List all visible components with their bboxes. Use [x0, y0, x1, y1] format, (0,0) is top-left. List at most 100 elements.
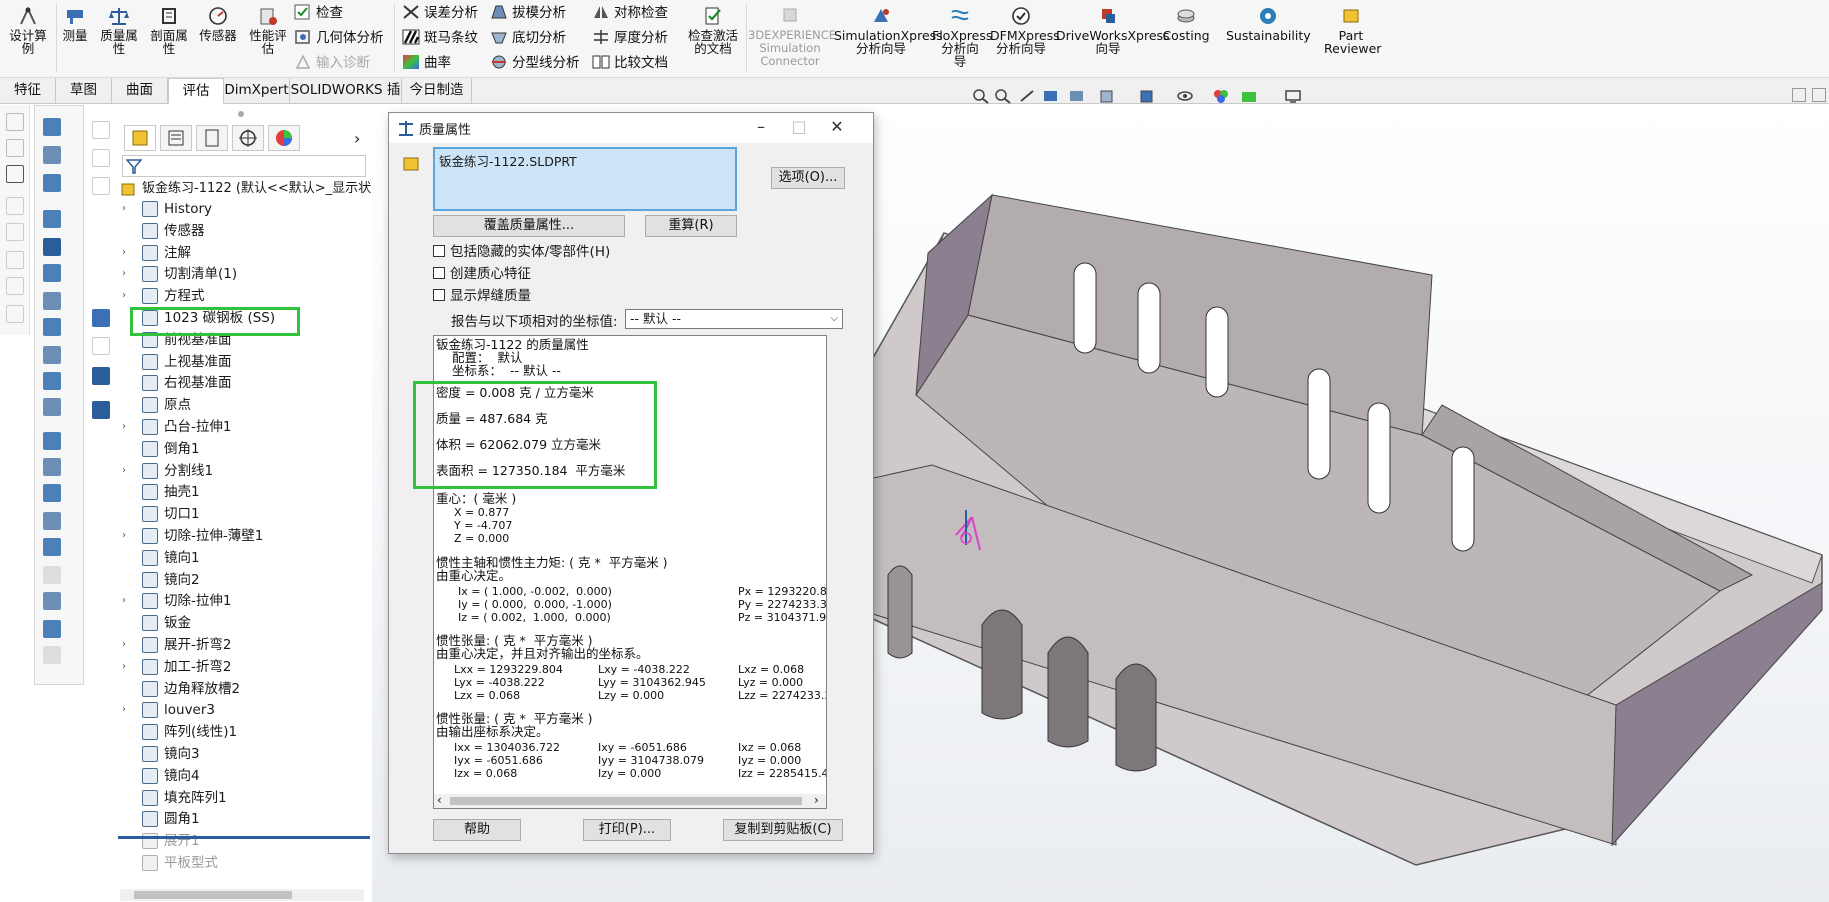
scroll-right-icon[interactable]: › [814, 793, 819, 807]
displaymanager-tab[interactable] [268, 125, 300, 151]
mass-properties-button[interactable]: 质量属 性 [96, 6, 142, 55]
help-button[interactable]: 帮助 [433, 819, 521, 841]
filter-bar[interactable] [122, 155, 366, 177]
undercut-analysis-button[interactable]: 底切分析 [490, 27, 566, 49]
check-active-document-button[interactable]: 检查激活 的文档 [684, 6, 742, 55]
tab-sketch[interactable]: 草图 [56, 78, 112, 104]
view-icon[interactable] [92, 177, 110, 195]
create-com-checkbox[interactable]: 创建质心特征 [433, 265, 531, 283]
show-weld-mass-checkbox[interactable]: 显示焊缝质量 [433, 287, 531, 305]
flex-icon[interactable] [43, 592, 61, 610]
expand-arrow-icon[interactable]: › [122, 700, 132, 720]
parting-line-analysis-button[interactable]: 分型线分析 [490, 52, 580, 74]
display-style-icon[interactable] [1138, 88, 1156, 104]
featuremanager-tab[interactable] [124, 125, 156, 151]
view-icon[interactable] [92, 401, 110, 419]
draft-analysis-button[interactable]: 拔模分析 [490, 2, 566, 24]
panel-restore-icon[interactable] [1812, 88, 1826, 102]
configurationmanager-tab[interactable] [196, 125, 228, 151]
expand-arrow-icon[interactable]: › [122, 526, 132, 546]
loft-icon[interactable] [43, 210, 61, 228]
expand-arrow-icon[interactable]: › [122, 635, 132, 655]
fillet-icon[interactable] [43, 264, 61, 282]
measure-button[interactable]: 测量 [58, 6, 92, 42]
curves-icon[interactable] [43, 512, 61, 530]
tab-features[interactable]: 特征 [0, 78, 56, 104]
checkbox-box[interactable] [433, 289, 445, 301]
panel-expand-icon[interactable] [1792, 88, 1806, 102]
selected-item-list[interactable]: 钣金练习-1122.SLDPRT [433, 147, 737, 211]
costing-button[interactable]: Costing [1162, 6, 1210, 42]
dimxpertmanager-tab[interactable] [232, 125, 264, 151]
performance-evaluation-button[interactable]: 性能评 估 [244, 6, 292, 55]
datum-icon[interactable] [6, 277, 24, 295]
apply-scene-icon[interactable] [1240, 88, 1258, 104]
thickness-analysis-button[interactable]: 厚度分析 [592, 27, 668, 49]
symmetry-check-button[interactable]: 对称检查 [592, 2, 668, 24]
expand-arrow-icon[interactable]: › [122, 417, 132, 437]
sweep-icon[interactable] [43, 174, 61, 192]
tab-make-today[interactable]: 今日制造 [402, 78, 472, 104]
rollback-bar[interactable] [118, 836, 370, 839]
recalculate-button[interactable]: 重算(R) [645, 215, 737, 237]
design-study-button[interactable]: 设计算 例 [6, 6, 50, 55]
view-icon[interactable] [92, 309, 110, 327]
expand-arrow-icon[interactable]: › [122, 243, 132, 263]
tab-dimxpress[interactable]: DimXpert [224, 78, 290, 104]
shell-icon[interactable] [43, 318, 61, 336]
previous-view-icon[interactable] [1018, 88, 1036, 104]
checkbox-box[interactable] [433, 267, 445, 279]
override-mass-properties-button[interactable]: 覆盖质量属性... [433, 215, 625, 237]
tree-horizontal-scrollbar[interactable] [120, 889, 364, 901]
dfmxpress-button[interactable]: DFMXpress 分析向导 [990, 6, 1060, 55]
part-reviewer-button[interactable]: Part Reviewer [1324, 6, 1381, 55]
minimize-button[interactable]: – [749, 116, 773, 138]
checkbox-box[interactable] [433, 245, 445, 257]
section-properties-button[interactable]: 剖面属 性 [146, 6, 192, 55]
revolve-icon[interactable] [43, 146, 61, 164]
close-button[interactable]: ✕ [825, 116, 849, 138]
balloon-icon[interactable] [6, 197, 24, 215]
smart-dimension-icon[interactable] [6, 113, 24, 131]
rib-icon[interactable] [43, 346, 61, 364]
report-horizontal-scrollbar[interactable]: ‹ › [434, 793, 826, 808]
view-orientation-icon[interactable] [1098, 88, 1116, 104]
zoom-to-fit-icon[interactable] [972, 88, 990, 104]
scrollbar-thumb[interactable] [134, 891, 292, 899]
draft-icon[interactable] [43, 372, 61, 390]
edit-appearance-icon[interactable] [1212, 88, 1230, 104]
deviation-analysis-button[interactable]: 误差分析 [402, 2, 478, 24]
panel-handle-icon[interactable] [238, 111, 244, 117]
3dexperience-simulation-connector-button[interactable]: 3DEXPERIENCE Simulation Connector [748, 6, 836, 68]
hide-show-items-icon[interactable] [1176, 88, 1194, 104]
tab-surfaces[interactable]: 曲面 [112, 78, 168, 104]
view-icon[interactable] [92, 149, 110, 167]
copy-to-clipboard-button[interactable]: 复制到剪贴板(C) [723, 819, 843, 841]
dynamic-annotation-icon[interactable] [1068, 88, 1086, 104]
dialog-titlebar[interactable]: 质量属性 – □ ✕ [389, 113, 873, 143]
expand-arrow-icon[interactable]: › [122, 657, 132, 677]
compare-documents-button[interactable]: 比较文档 [592, 52, 668, 74]
panel-arrow-icon[interactable]: › [354, 129, 360, 148]
hole-wizard-icon[interactable] [43, 238, 61, 256]
tab-evaluate[interactable]: 评估 [168, 78, 224, 104]
wrap-icon[interactable] [43, 398, 61, 416]
extrude-icon[interactable] [43, 118, 61, 136]
weld-symbol-icon[interactable] [6, 223, 24, 241]
chamfer-icon[interactable] [43, 292, 61, 310]
coord-system-select[interactable]: -- 默认 -- ⌵ [625, 309, 843, 329]
view-icon[interactable] [92, 121, 110, 139]
options-button[interactable]: 选项(O)... [771, 167, 845, 189]
note-icon[interactable] [6, 139, 24, 157]
geometry-analysis-button[interactable]: 几何体分析 [294, 27, 384, 49]
view-icon[interactable] [92, 337, 110, 355]
simulationxpress-button[interactable]: SimulationXpress 分析向导 [834, 6, 943, 55]
include-hidden-checkbox[interactable]: 包括隐藏的实体/零部件(H) [433, 243, 610, 261]
reference-icon[interactable] [6, 305, 24, 323]
reference-geometry-icon[interactable] [43, 484, 61, 502]
expand-arrow-icon[interactable]: › [122, 199, 132, 219]
view-settings-icon[interactable] [1284, 88, 1302, 104]
dome-icon[interactable] [43, 566, 61, 584]
expand-arrow-icon[interactable]: › [122, 264, 132, 284]
pattern-icon[interactable] [43, 458, 61, 476]
